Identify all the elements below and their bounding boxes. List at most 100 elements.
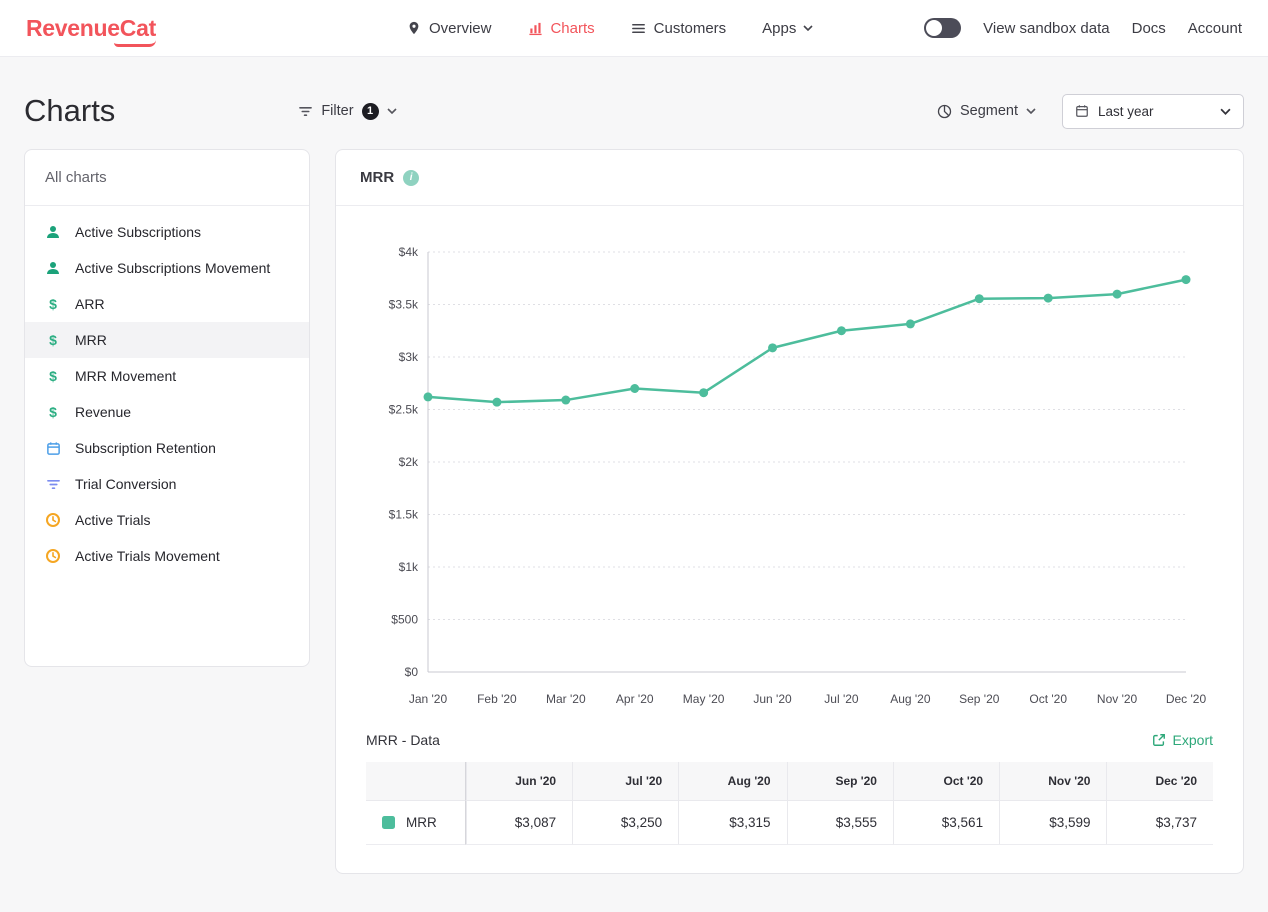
sidebar-item-revenue[interactable]: $ Revenue (25, 394, 309, 430)
info-icon[interactable]: i (403, 170, 419, 186)
nav-overview[interactable]: Overview (406, 20, 492, 37)
chart-title: MRR (360, 169, 394, 186)
data-point[interactable] (561, 396, 570, 405)
nav-account[interactable]: Account (1188, 20, 1242, 37)
dollar-icon: $ (45, 404, 61, 420)
segment-button[interactable]: Segment (937, 103, 1036, 119)
table-value-cell: $3,561 (893, 800, 999, 845)
sidebar-item-mrr-movement[interactable]: $ MRR Movement (25, 358, 309, 394)
filter-icon (298, 105, 313, 118)
data-point[interactable] (768, 343, 777, 352)
table-header-cell: Aug '20 (678, 762, 786, 800)
x-tick-label: Jan '20 (409, 692, 448, 706)
charts-sidebar: All charts Active Subscriptions Active S… (24, 149, 310, 667)
page-title: Charts (24, 93, 115, 129)
person-icon (45, 260, 61, 276)
x-tick-label: Feb '20 (477, 692, 517, 706)
date-range-value: Last year (1098, 104, 1154, 119)
series-name: MRR (406, 815, 437, 830)
table-header-cell: Jun '20 (466, 762, 572, 800)
table-header-cell: Dec '20 (1106, 762, 1213, 800)
mrr-data-table: Jun '20 Jul '20 Aug '20 Sep '20 Oct '20 … (366, 762, 1213, 845)
sandbox-toggle-label: View sandbox data (983, 20, 1109, 37)
sidebar-item-arr[interactable]: $ ARR (25, 286, 309, 322)
table-value-cell: $3,315 (678, 800, 786, 845)
data-point[interactable] (975, 294, 984, 303)
y-tick-label: $3.5k (389, 298, 419, 312)
y-tick-label: $3k (399, 350, 419, 364)
sidebar-item-active-subscriptions[interactable]: Active Subscriptions (25, 214, 309, 250)
nav-charts[interactable]: Charts (527, 20, 594, 37)
top-navbar: RevenueCat Overview Charts Customers App… (0, 0, 1268, 57)
nav-customers-label: Customers (654, 20, 727, 37)
sidebar-item-trial-conversion[interactable]: Trial Conversion (25, 466, 309, 502)
mrr-line-chart: $0$500$1k$1.5k$2k$2.5k$3k$3.5k$4kJan '20… (366, 232, 1212, 710)
filter-count-badge: 1 (362, 103, 379, 120)
sidebar-list: Active Subscriptions Active Subscription… (25, 206, 309, 574)
x-tick-label: Jun '20 (753, 692, 792, 706)
chart-card-header: MRR i (336, 150, 1243, 206)
list-icon (631, 20, 647, 36)
x-tick-label: Jul '20 (824, 692, 859, 706)
data-point[interactable] (630, 384, 639, 393)
funnel-icon (45, 476, 61, 492)
export-button[interactable]: Export (1152, 732, 1213, 748)
data-point[interactable] (424, 392, 433, 401)
table-value-cell: $3,250 (572, 800, 678, 845)
revenuecat-logo[interactable]: RevenueCat (26, 15, 156, 42)
nav-overview-label: Overview (429, 20, 492, 37)
filter-button[interactable]: Filter 1 (298, 103, 396, 120)
calendar-icon (45, 440, 61, 456)
header-right-controls: Segment Last year (937, 94, 1244, 129)
nav-charts-label: Charts (550, 20, 594, 37)
series-name-cell: MRR (366, 800, 466, 845)
table-header-row: Jun '20 Jul '20 Aug '20 Sep '20 Oct '20 … (366, 762, 1213, 800)
nav-apps[interactable]: Apps (762, 20, 813, 37)
x-tick-label: Sep '20 (959, 692, 1000, 706)
sidebar-item-label: Active Trials Movement (75, 548, 220, 564)
sandbox-toggle[interactable] (924, 18, 961, 38)
x-tick-label: Oct '20 (1029, 692, 1067, 706)
x-tick-label: Dec '20 (1166, 692, 1207, 706)
chevron-down-icon (1026, 108, 1036, 114)
segment-label: Segment (960, 103, 1018, 119)
sidebar-item-active-subscriptions-movement[interactable]: Active Subscriptions Movement (25, 250, 309, 286)
nav-apps-label: Apps (762, 20, 796, 37)
clock-icon (45, 512, 61, 528)
x-tick-label: Aug '20 (890, 692, 931, 706)
sidebar-header: All charts (25, 150, 309, 206)
data-point[interactable] (492, 398, 501, 407)
data-point[interactable] (837, 326, 846, 335)
table-value-cell: $3,737 (1106, 800, 1213, 845)
data-point[interactable] (906, 319, 915, 328)
segment-pie-icon (937, 104, 952, 119)
calendar-icon (1075, 104, 1089, 118)
nav-customers[interactable]: Customers (631, 20, 727, 37)
logo-swash (114, 40, 156, 47)
y-tick-label: $2.5k (389, 403, 419, 417)
sidebar-item-mrr[interactable]: $ MRR (25, 322, 309, 358)
data-point[interactable] (1113, 290, 1122, 299)
nav-docs[interactable]: Docs (1132, 20, 1166, 37)
date-range-select[interactable]: Last year (1062, 94, 1244, 129)
sidebar-item-active-trials-movement[interactable]: Active Trials Movement (25, 538, 309, 574)
series-line (428, 280, 1186, 403)
data-point[interactable] (1182, 275, 1191, 284)
data-point[interactable] (699, 388, 708, 397)
y-tick-label: $2k (399, 455, 419, 469)
y-tick-label: $500 (391, 613, 418, 627)
bar-chart-icon (527, 20, 543, 36)
toggle-knob (926, 20, 942, 36)
sidebar-item-subscription-retention[interactable]: Subscription Retention (25, 430, 309, 466)
dollar-icon: $ (45, 368, 61, 384)
sidebar-item-active-trials[interactable]: Active Trials (25, 502, 309, 538)
chevron-down-icon (387, 108, 397, 114)
x-tick-label: Apr '20 (616, 692, 654, 706)
y-tick-label: $1.5k (389, 508, 419, 522)
chevron-down-icon (1220, 108, 1231, 115)
data-point[interactable] (1044, 294, 1053, 303)
table-value-cell: $3,599 (999, 800, 1106, 845)
x-tick-label: Mar '20 (546, 692, 586, 706)
page-header: Charts Filter 1 Segment Last year (0, 57, 1268, 149)
table-row: MRR $3,087 $3,250 $3,315 $3,555 $3,561 $… (366, 800, 1213, 845)
